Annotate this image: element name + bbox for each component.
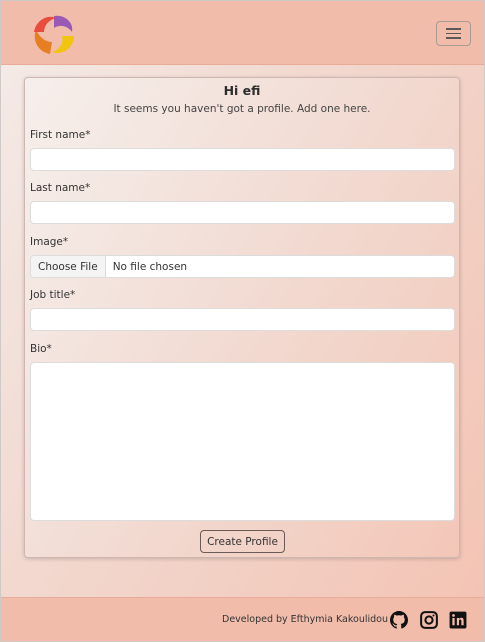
create-profile-button[interactable]: Create Profile xyxy=(200,530,285,553)
last-name-label: Last name* xyxy=(30,182,91,194)
image-file-input[interactable]: Choose File No file chosen xyxy=(30,255,455,278)
form-subtitle: It seems you haven't got a profile. Add … xyxy=(113,103,371,115)
image-label: Image* xyxy=(30,236,69,248)
bio-label: Bio* xyxy=(30,343,52,355)
hamburger-icon xyxy=(446,37,461,39)
first-name-label: First name* xyxy=(30,129,91,141)
menu-toggle-button[interactable] xyxy=(436,21,471,46)
first-name-field[interactable] xyxy=(30,148,455,171)
footer: Developed by Efthymia Kakoulidou xyxy=(1,597,484,641)
profile-form-card: Hi efi It seems you haven't got a profil… xyxy=(24,77,460,558)
hamburger-icon xyxy=(446,32,461,35)
file-status: No file chosen xyxy=(112,260,188,273)
job-title-label: Job title* xyxy=(30,289,76,301)
choose-file-button[interactable]: Choose File xyxy=(31,256,106,277)
last-name-field[interactable] xyxy=(30,201,455,224)
developer-credit: Developed by Efthymia Kakoulidou xyxy=(222,614,388,625)
navbar xyxy=(1,1,484,65)
hamburger-icon xyxy=(446,28,461,30)
swirl-logo[interactable] xyxy=(30,12,78,58)
job-title-field[interactable] xyxy=(30,308,455,331)
page-title: Hi efi xyxy=(223,83,261,98)
instagram-icon[interactable] xyxy=(420,611,438,629)
github-icon[interactable] xyxy=(390,611,408,629)
linkedin-icon[interactable] xyxy=(449,611,467,629)
bio-textarea[interactable] xyxy=(30,362,455,521)
